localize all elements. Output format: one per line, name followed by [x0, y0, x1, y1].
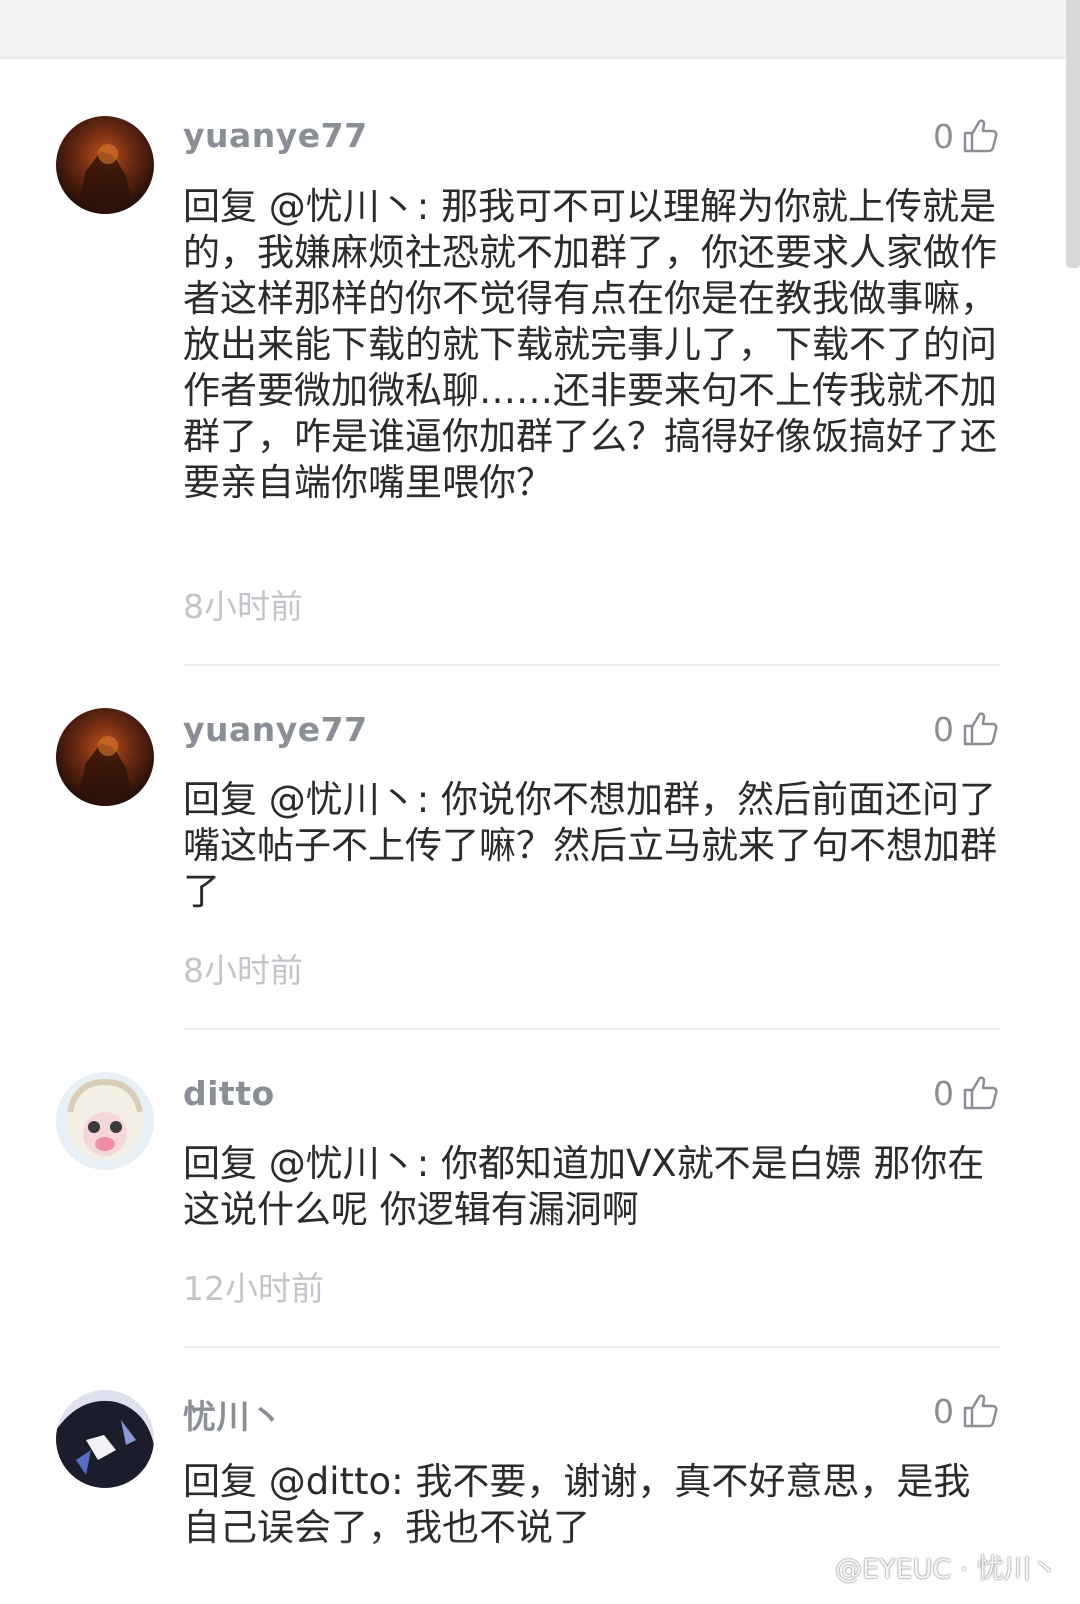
avatar[interactable] [56, 116, 154, 214]
comment-text: 回复 @忧川丶: 你都知道加VX就不是白嫖 那你在这说什么呢 你逻辑有漏洞啊 [183, 1142, 985, 1231]
divider [183, 664, 1000, 666]
like-count: 0 [933, 1391, 954, 1431]
comment-text: 回复 @忧川丶: 那我可不可以理解为你就上传就是的，我嫌麻烦社恐就不加群了，你还… [183, 185, 997, 504]
scrollbar[interactable] [1066, 0, 1080, 268]
avatar[interactable] [56, 1072, 154, 1170]
comment-time: 12小时前 [183, 1269, 324, 1308]
comment-username[interactable]: 忧川丶 [183, 1390, 284, 1438]
thumbs-up-icon [963, 712, 998, 746]
comment-username[interactable]: ditto [183, 1074, 275, 1113]
divider [183, 1028, 1000, 1030]
like-count: 0 [933, 1073, 954, 1113]
comment-text: 回复 @忧川丶: 你说你不想加群，然后前面还问了嘴这帖子不上传了嘛？然后立马就来… [183, 778, 997, 913]
comment-username[interactable]: yuanye77 [183, 116, 368, 155]
comment-time: 8小时前 [183, 951, 303, 990]
like-button[interactable]: 0 [933, 1389, 998, 1433]
comment-time: 8小时前 [183, 587, 303, 626]
thumbs-up-icon [963, 119, 998, 153]
avatar[interactable] [56, 1390, 154, 1488]
comment-page: yuanye77 0 回复 @忧川丶: 那我可不可以理解为你就上传就是的，我嫌麻… [0, 0, 1080, 1604]
divider [183, 1346, 1000, 1348]
comment-username[interactable]: yuanye77 [183, 710, 368, 749]
like-count: 0 [933, 116, 954, 156]
like-button[interactable]: 0 [933, 1071, 998, 1115]
top-bar [0, 0, 1080, 59]
thumbs-up-icon [963, 1394, 998, 1428]
thumbs-up-icon [963, 1076, 998, 1110]
like-button[interactable]: 0 [933, 114, 998, 158]
avatar[interactable] [56, 708, 154, 806]
like-button[interactable]: 0 [933, 707, 998, 751]
watermark: @EYEUC · 忧川丶 [835, 1554, 1058, 1585]
like-count: 0 [933, 709, 954, 749]
